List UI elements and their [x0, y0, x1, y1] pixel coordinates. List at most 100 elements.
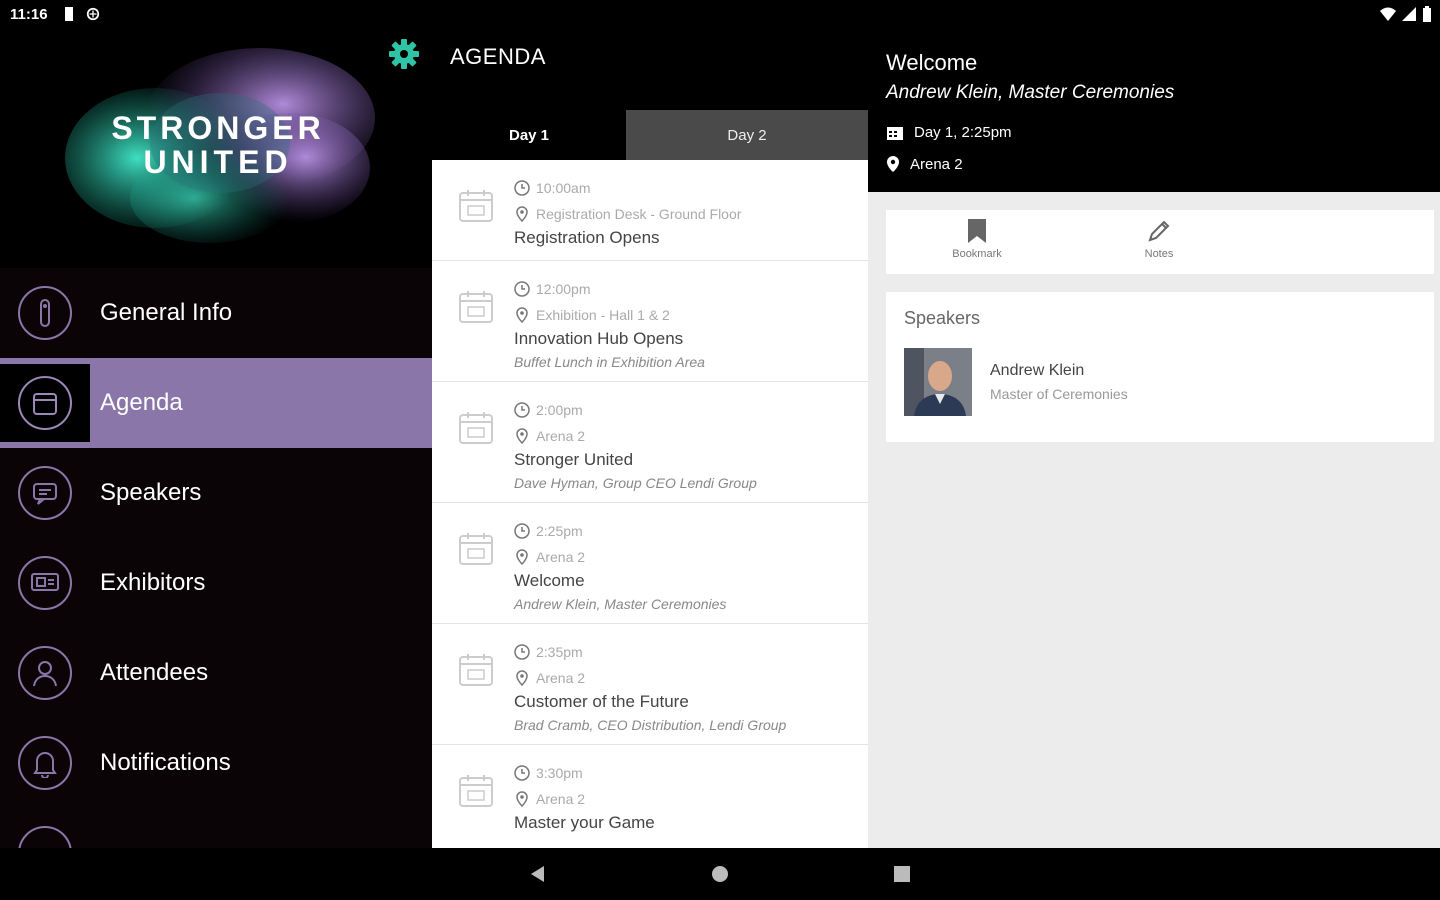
status-bar: 11:16 [0, 0, 1440, 30]
calendar-icon [459, 291, 493, 323]
pencil-icon [1148, 220, 1170, 242]
detail-when: Day 1, 2:25pm [914, 124, 1012, 141]
person-icon [33, 661, 57, 687]
sidebar-nav: General Info Agenda Speakers Exhibitors … [0, 268, 432, 848]
agenda-list: 10:00am Registration Desk - Ground Floor… [432, 160, 868, 848]
session-location: Registration Desk - Ground Floor [536, 206, 742, 222]
session-detail-body: Bookmark Notes Speakers Andrew Klein Mas… [868, 192, 1440, 848]
agenda-header: AGENDA [389, 30, 868, 110]
session-title: Master your Game [514, 813, 655, 832]
session-time: 2:35pm [536, 644, 583, 660]
session-subtitle: Andrew Klein, Master Ceremonies [514, 596, 727, 612]
location-pin-icon [516, 791, 528, 807]
day-tabs: Day 1 Day 2 [432, 110, 868, 160]
sd-card-icon [65, 7, 73, 21]
sidebar-item-label: Notifications [100, 749, 231, 776]
list-item[interactable]: 12:00pm Exhibition - Hall 1 & 2 Innovati… [432, 261, 868, 382]
clock-icon [514, 281, 530, 297]
location-pin-icon [887, 156, 899, 172]
session-time: 10:00am [536, 180, 591, 196]
notes-button[interactable]: Notes [1114, 218, 1204, 260]
calendar-icon [459, 190, 493, 222]
page-title: AGENDA [450, 44, 546, 69]
session-location: Arena 2 [536, 670, 586, 686]
detail-title: Welcome [886, 50, 978, 75]
action-card: Bookmark Notes [886, 210, 1434, 274]
logo-text-line1: STRONGER [111, 110, 325, 146]
system-navigation-bar [0, 848, 1440, 900]
bookmark-label: Bookmark [952, 248, 1002, 260]
sidebar-item-notifications[interactable]: Notifications [0, 718, 432, 808]
clock-icon [514, 765, 530, 781]
calendar-icon [887, 126, 903, 140]
session-subtitle: Brad Cramb, CEO Distribution, Lendi Grou… [514, 717, 787, 733]
back-icon[interactable] [526, 862, 550, 886]
bookmark-button[interactable]: Bookmark [932, 218, 1022, 260]
sidebar-item-exhibitors[interactable]: Exhibitors [0, 538, 432, 628]
session-location: Exhibition - Hall 1 & 2 [536, 307, 670, 323]
clock-icon [514, 180, 530, 196]
calendar-icon [459, 775, 493, 807]
list-item[interactable]: 2:35pm Arena 2 Customer of the Future Br… [432, 624, 868, 745]
status-time: 11:16 [10, 6, 48, 23]
battery-icon [1423, 6, 1431, 22]
settings-status-icon [86, 7, 100, 21]
stronger-united-logo: STRONGER UNITED [60, 48, 376, 248]
list-item[interactable]: 2:25pm Arena 2 Welcome Andrew Klein, Mas… [432, 503, 868, 624]
info-icon [40, 299, 50, 327]
location-pin-icon [516, 206, 528, 222]
session-time: 3:30pm [536, 765, 583, 781]
session-detail-header: Welcome Andrew Klein, Master Ceremonies … [868, 30, 1440, 192]
sidebar-item-attendees[interactable]: Attendees [0, 628, 432, 718]
clock-icon [514, 644, 530, 660]
home-icon[interactable] [708, 862, 732, 886]
exhibitor-icon [31, 573, 59, 591]
location-pin-icon [516, 428, 528, 444]
session-location: Arena 2 [536, 428, 586, 444]
sidebar-item-partial[interactable] [0, 808, 432, 848]
speaker-name: Andrew Klein [990, 362, 1085, 379]
speakers-card: Speakers Andrew Klein Master of Ceremoni… [886, 292, 1434, 442]
list-item[interactable]: 10:00am Registration Desk - Ground Floor… [432, 160, 868, 261]
speakers-heading: Speakers [904, 308, 981, 328]
location-pin-icon [516, 307, 528, 323]
bell-icon [33, 752, 57, 778]
calendar-icon [459, 533, 493, 565]
sidebar-item-label: Agenda [100, 389, 183, 416]
location-pin-icon [516, 670, 528, 686]
session-title: Welcome [514, 571, 585, 590]
clock-icon [514, 402, 530, 418]
sidebar-item-label: General Info [100, 299, 233, 326]
clock-icon [514, 523, 530, 539]
session-title: Registration Opens [514, 228, 660, 247]
logo-text-line2: UNITED [143, 144, 293, 180]
detail-subtitle: Andrew Klein, Master Ceremonies [886, 82, 1175, 103]
recents-icon[interactable] [890, 862, 914, 886]
session-location: Arena 2 [536, 549, 586, 565]
calendar-icon [459, 412, 493, 444]
notes-label: Notes [1144, 248, 1174, 260]
sidebar-item-label: Exhibitors [100, 569, 206, 596]
list-item[interactable]: 2:00pm Arena 2 Stronger United Dave Hyma… [432, 382, 868, 503]
calendar-icon [459, 654, 493, 686]
avatar[interactable] [904, 348, 972, 416]
sidebar-item-speakers[interactable]: Speakers [0, 448, 432, 538]
speaker-photo [904, 348, 972, 416]
gear-icon[interactable] [388, 38, 420, 70]
session-location: Arena 2 [536, 791, 586, 807]
calendar-icon [33, 393, 57, 415]
signal-icon [1402, 7, 1416, 21]
sidebar-item-label: Speakers [100, 479, 202, 506]
session-subtitle: Buffet Lunch in Exhibition Area [514, 354, 705, 370]
wifi-icon [1380, 7, 1396, 21]
bookmark-icon [968, 219, 986, 243]
session-time: 12:00pm [536, 281, 591, 297]
sidebar-item-general-info[interactable]: General Info [0, 268, 432, 358]
speaker-role: Master of Ceremonies [990, 386, 1128, 402]
session-title: Innovation Hub Opens [514, 329, 684, 348]
list-item[interactable]: 3:30pm Arena 2 Master your Game [432, 745, 868, 848]
sidebar-item-agenda[interactable]: Agenda [0, 358, 432, 448]
tab-day-2[interactable]: Day 2 [626, 110, 868, 160]
session-time: 2:25pm [536, 523, 583, 539]
tab-day-1[interactable]: Day 1 [432, 110, 626, 160]
